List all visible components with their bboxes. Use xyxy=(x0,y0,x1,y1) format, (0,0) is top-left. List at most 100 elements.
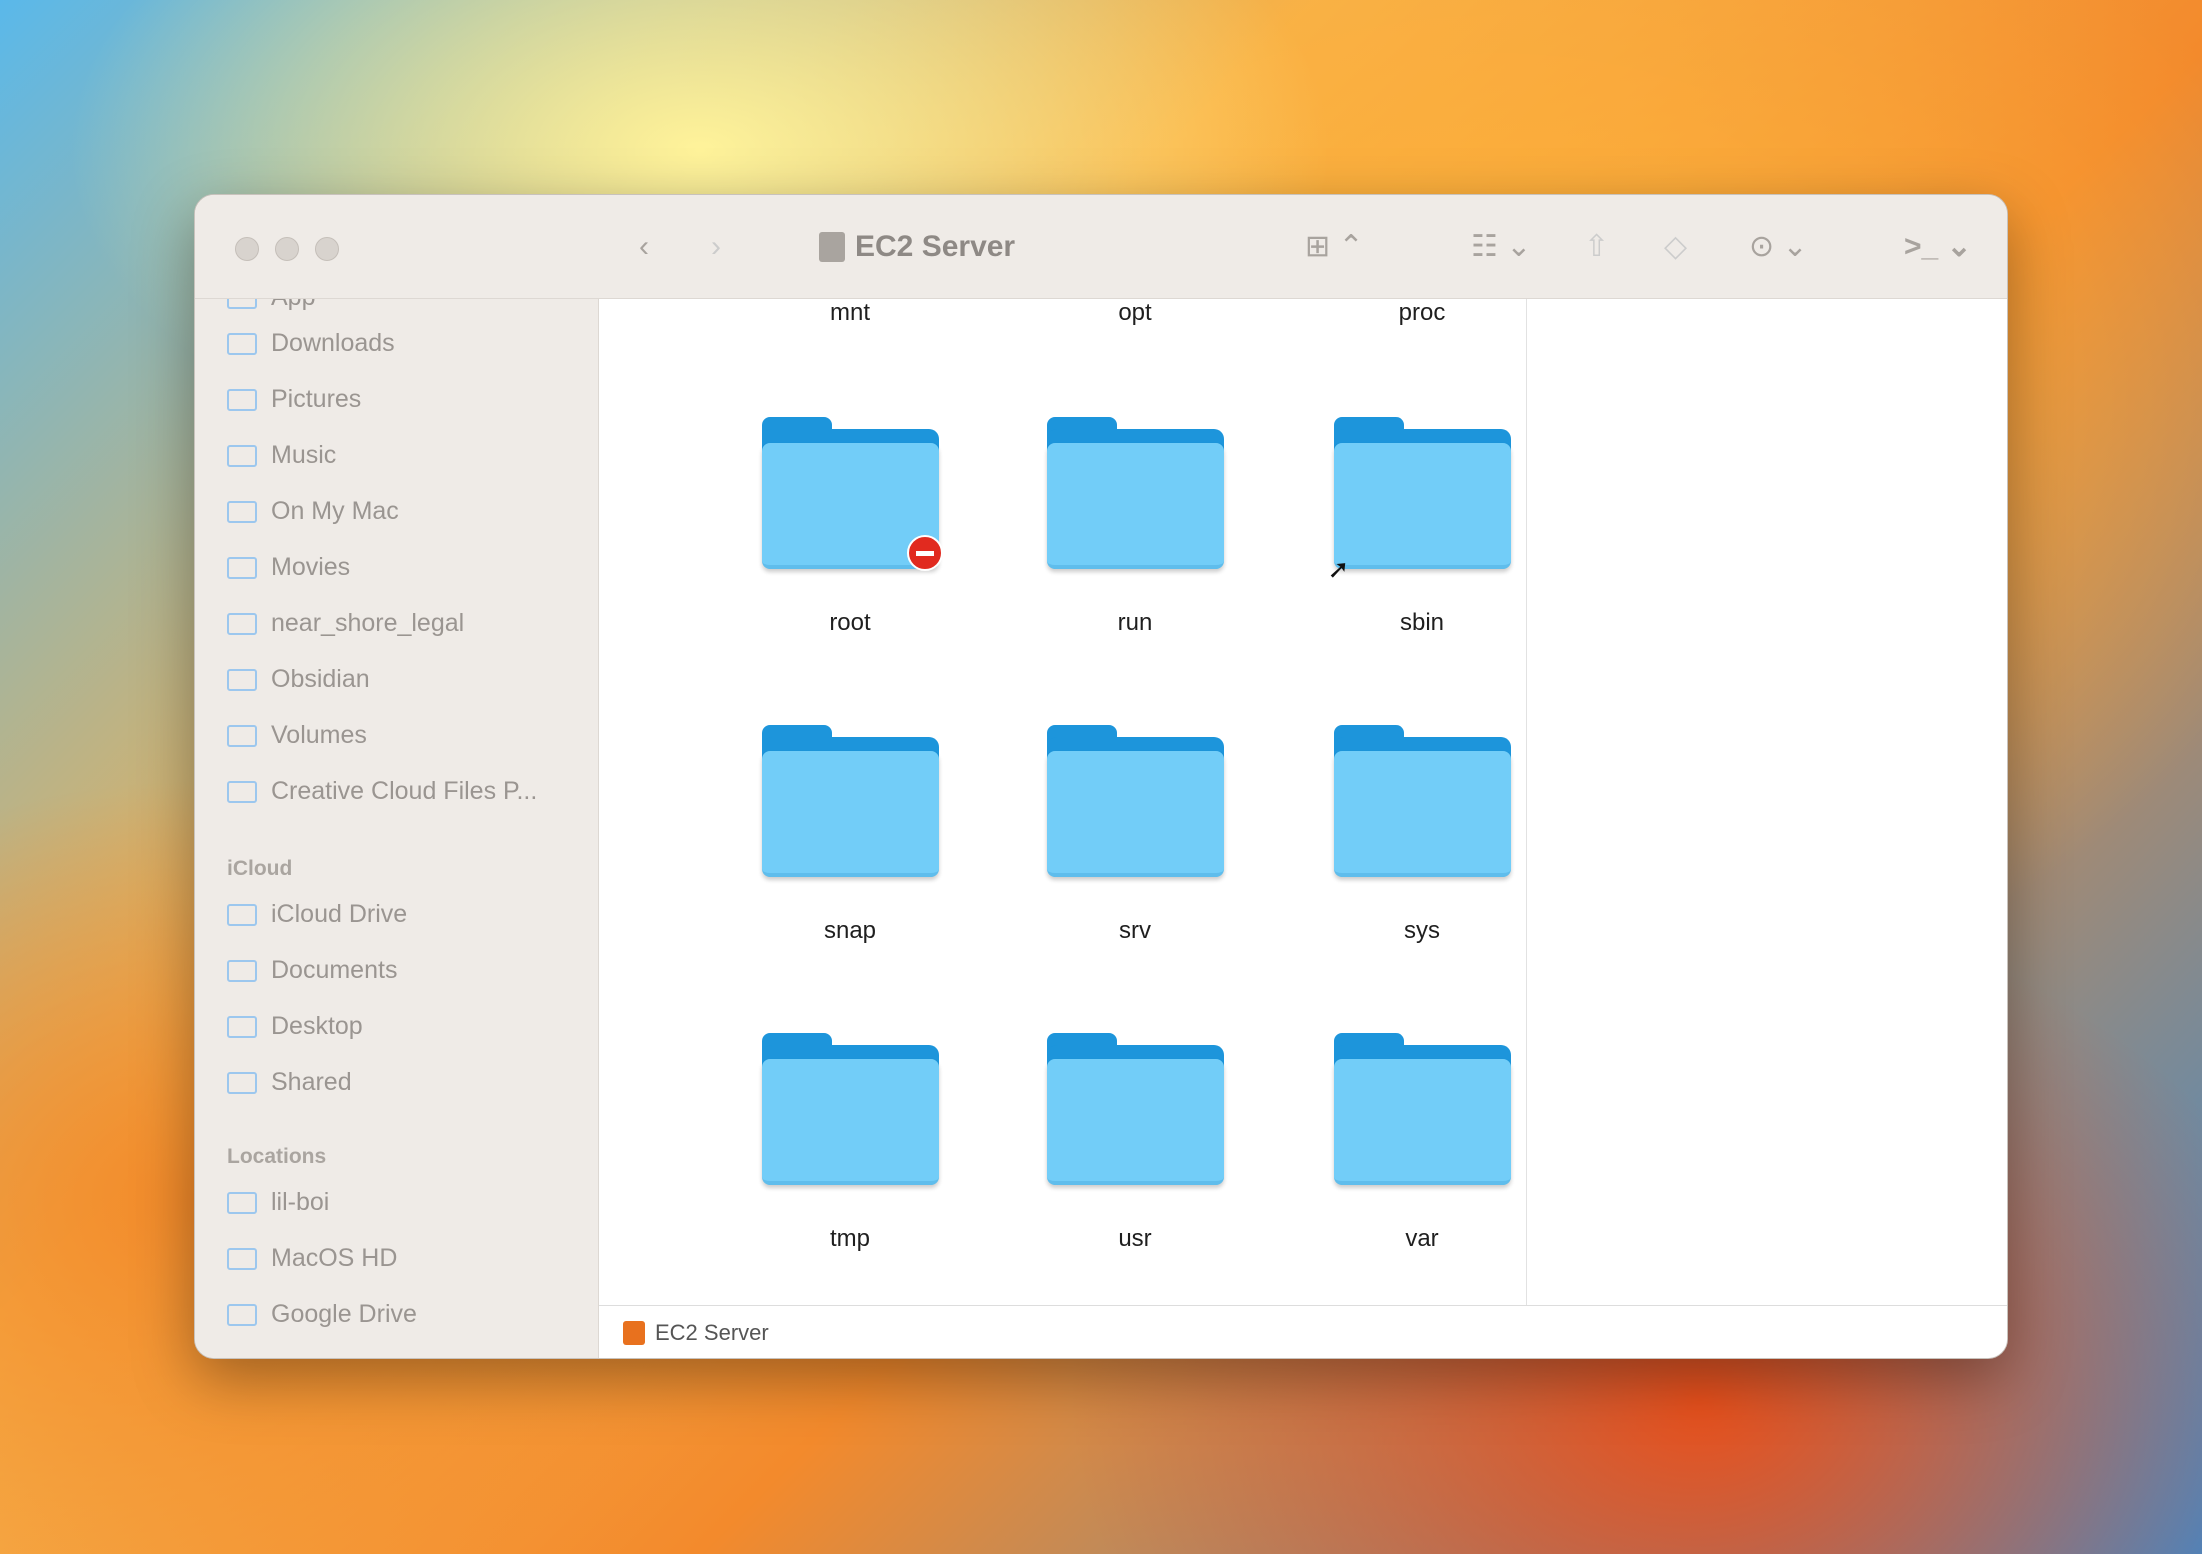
sidebar-item-label: lil-boi xyxy=(271,1188,330,1216)
sidebar-item[interactable]: Google Drive xyxy=(227,1300,417,1329)
movies-icon xyxy=(227,556,257,579)
file-item[interactable]: opt xyxy=(1015,299,1255,327)
sidebar-item-label: Google Drive xyxy=(271,1300,417,1328)
folder-icon xyxy=(1333,1033,1511,1185)
folder-name: snap xyxy=(823,917,877,944)
path-item[interactable]: EC2 Server xyxy=(655,1320,769,1346)
music-icon xyxy=(227,444,257,467)
sidebar-item[interactable]: MacOS HD xyxy=(227,1244,397,1273)
sidebar-item[interactable]: Documents xyxy=(227,956,397,985)
sidebar-item[interactable]: near_shore_legal xyxy=(227,609,464,638)
sidebar-item[interactable]: Downloads xyxy=(227,329,395,358)
folder-name: var xyxy=(1405,1225,1439,1252)
sidebar-item[interactable]: Volumes xyxy=(227,721,367,750)
folder-name: sbin xyxy=(1399,609,1445,636)
alias-arrow-icon: ➚ xyxy=(1327,554,1350,584)
sidebar-item[interactable]: lil-boi xyxy=(227,1188,329,1217)
more-actions-button[interactable]: ⊙ ⌄ xyxy=(1749,225,1808,269)
forward-button[interactable]: › xyxy=(711,225,721,269)
folder-item[interactable]: var xyxy=(1302,1033,1542,1253)
desktop-icon xyxy=(227,1015,257,1038)
file-item[interactable]: mnt xyxy=(730,299,970,327)
zoom-button[interactable] xyxy=(315,237,339,261)
file-name: opt xyxy=(1118,299,1152,326)
sidebar-item-label: On My Mac xyxy=(271,497,399,525)
folder-icon xyxy=(227,724,257,747)
group-button[interactable]: ☷ ⌄ xyxy=(1471,225,1531,269)
folder-icon xyxy=(1046,1033,1224,1185)
folder-name: sys xyxy=(1404,917,1440,944)
sidebar-item-label: iCloud Drive xyxy=(271,900,408,928)
sidebar-item-label: Shared xyxy=(271,1068,352,1096)
laptop-icon xyxy=(227,1191,257,1214)
file-grid[interactable]: mnt opt proc root run ➚ sbin snap srv sys tmp usr va… xyxy=(599,299,1527,1305)
folder-icon xyxy=(227,500,257,523)
window-controls xyxy=(235,237,339,261)
path-bar: EC2 Server xyxy=(599,1305,2007,1358)
sidebar-item-label: Downloads xyxy=(271,329,395,357)
cloud-icon xyxy=(227,903,257,926)
finder-window: AppDownloadsPicturesMusicOn My MacMovies… xyxy=(194,194,2008,1359)
folder-item[interactable]: tmp xyxy=(730,1033,970,1253)
window-title: EC2 Server xyxy=(819,225,1015,269)
view-mode-button[interactable]: ⊞ ⌃ xyxy=(1305,225,1364,269)
close-button[interactable] xyxy=(235,237,259,261)
sidebar-item-label: Movies xyxy=(271,553,351,581)
title-text: EC2 Server xyxy=(855,230,1016,263)
sidebar-item[interactable]: Obsidian xyxy=(227,665,370,694)
sidebar-item[interactable]: Desktop xyxy=(227,1012,363,1041)
folder-icon: ➚ xyxy=(1328,417,1511,584)
file-item[interactable]: proc xyxy=(1302,299,1542,327)
folder-item[interactable]: sys xyxy=(1302,725,1542,945)
disk-icon xyxy=(227,1247,257,1270)
folder-name: usr xyxy=(1118,1225,1152,1252)
sidebar-item[interactable]: Creative Cloud Files P... xyxy=(227,777,537,806)
pictures-icon xyxy=(227,388,257,411)
back-button[interactable]: ‹ xyxy=(639,225,649,269)
folder-item[interactable]: run xyxy=(1015,417,1255,637)
folder-item[interactable]: ➚ sbin xyxy=(1302,417,1542,637)
titlebar-left xyxy=(195,195,599,299)
folder-name: root xyxy=(829,609,871,636)
folder-item[interactable]: snap xyxy=(730,725,970,945)
folder-icon xyxy=(227,332,257,355)
sidebar-item-label: Pictures xyxy=(271,385,362,413)
folder-icon xyxy=(761,1033,939,1185)
sidebar-item-label: Obsidian xyxy=(271,665,370,693)
terminal-button[interactable]: >_ ⌄ xyxy=(1904,225,1972,269)
sidebar[interactable]: AppDownloadsPicturesMusicOn My MacMovies… xyxy=(195,195,599,1358)
sidebar-item-label: MacOS HD xyxy=(271,1244,398,1272)
sidebar-item-label: Desktop xyxy=(271,1012,363,1040)
folder-icon xyxy=(761,725,939,877)
sidebar-item-label: Creative Cloud Files P... xyxy=(271,777,538,805)
sidebar-section-header: iCloud xyxy=(227,857,293,880)
folder-icon xyxy=(227,780,257,803)
sidebar-item[interactable]: Music xyxy=(227,441,336,470)
folder-item[interactable]: root xyxy=(730,417,970,637)
server-drive-icon xyxy=(623,1321,645,1345)
file-name: mnt xyxy=(829,299,870,326)
folder-icon xyxy=(1046,725,1224,877)
folder-icon xyxy=(227,612,257,635)
share-icon[interactable]: ⇧ xyxy=(1584,225,1609,269)
document-icon xyxy=(227,959,257,982)
sidebar-item[interactable]: Shared xyxy=(227,1068,352,1097)
toolbar: ‹ › EC2 Server ⊞ ⌃ ☷ ⌄ ⇧ ◇ ⊙ ⌄ >_ ⌄ » ⌕ xyxy=(599,195,2007,299)
sidebar-item[interactable]: On My Mac xyxy=(227,497,399,526)
folder-item[interactable]: usr xyxy=(1015,1033,1255,1253)
tag-icon[interactable]: ◇ xyxy=(1664,225,1687,269)
file-name: proc xyxy=(1398,299,1446,326)
sidebar-item[interactable]: Pictures xyxy=(227,385,361,414)
folder-name: tmp xyxy=(829,1225,870,1252)
folder-icon xyxy=(761,417,943,571)
server-drive-icon xyxy=(819,232,845,262)
folder-icon xyxy=(1046,417,1224,569)
sidebar-item[interactable]: Movies xyxy=(227,553,350,582)
sidebar-item-label: near_shore_legal xyxy=(271,609,465,637)
sidebar-item[interactable]: iCloud Drive xyxy=(227,900,407,929)
minimize-button[interactable] xyxy=(275,237,299,261)
folder-icon xyxy=(1333,725,1511,877)
folder-item[interactable]: srv xyxy=(1015,725,1255,945)
no-access-badge-icon xyxy=(906,535,943,571)
sidebar-item-label: Music xyxy=(271,441,337,469)
